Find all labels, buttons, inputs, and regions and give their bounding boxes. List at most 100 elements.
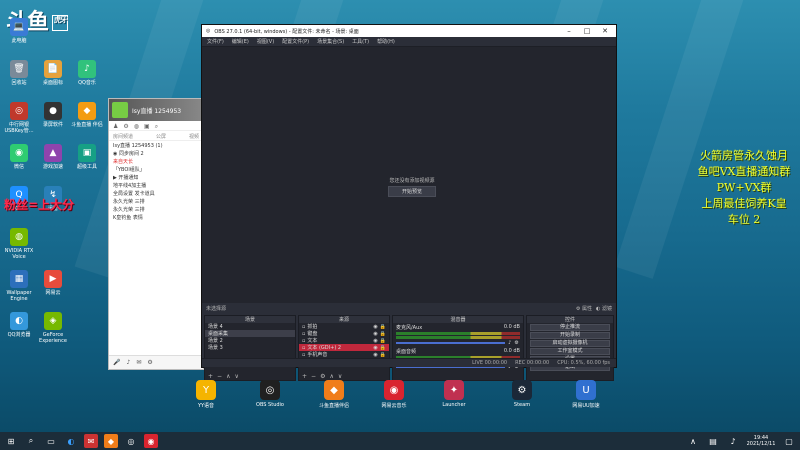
- control-button[interactable]: 停止推流: [530, 324, 610, 331]
- remove-icon[interactable]: −: [217, 373, 222, 380]
- source-item[interactable]: ▫ 文本 ◉ 🔒: [299, 337, 389, 345]
- gear-icon[interactable]: ⚙: [514, 340, 518, 346]
- filters-button[interactable]: ◐ 滤镜: [596, 305, 612, 312]
- control-button[interactable]: 启动虚拟摄像机: [530, 340, 610, 347]
- desktop-icon[interactable]: ◎ 中行网银 USBKey管...: [2, 102, 36, 134]
- user-icon[interactable]: ♟: [113, 123, 118, 130]
- list-item[interactable]: 永久光荣 三排: [109, 197, 203, 205]
- desktop-shortcut[interactable]: ◆ 斗鱼直播伴侣: [314, 380, 354, 409]
- desktop-icon[interactable]: 💻 此电脑: [2, 18, 36, 44]
- gift-icon[interactable]: ▣: [144, 123, 150, 130]
- desktop-shortcut[interactable]: Y YY语音: [186, 380, 226, 409]
- list-item[interactable]: 「YBOl组队」: [109, 165, 203, 173]
- desktop-icon[interactable]: 🗑 回收站: [2, 60, 36, 86]
- tray-arrow-icon[interactable]: ∧: [686, 434, 700, 448]
- down-icon[interactable]: ∨: [338, 373, 342, 380]
- desktop-icon[interactable]: ▦ Wallpaper Engine: [2, 270, 36, 302]
- desktop-icon[interactable]: ▲ 游戏加速: [36, 144, 70, 170]
- menu-view[interactable]: 视图(V): [257, 38, 274, 45]
- visibility-icon[interactable]: ◉: [373, 345, 377, 351]
- source-item[interactable]: ▫ 手机声音 ◉ 🔒: [299, 351, 389, 359]
- location-icon[interactable]: ◍: [134, 123, 139, 130]
- list-item[interactable]: 全局设置 发卡道具: [109, 189, 203, 197]
- gear-icon[interactable]: ⚙: [320, 373, 325, 380]
- menu-help[interactable]: 帮助(H): [377, 38, 395, 45]
- network-icon[interactable]: ▤: [706, 434, 720, 448]
- desktop-icon[interactable]: ▶ 网易云: [36, 270, 70, 296]
- list-item[interactable]: 地平线4加主播: [109, 181, 203, 189]
- settings-icon[interactable]: ⚙: [123, 123, 128, 130]
- desktop-icon[interactable]: ◆ 斗鱼直播 伴侣: [70, 102, 104, 128]
- menu-profile[interactable]: 配置文件(P): [282, 38, 309, 45]
- list-item[interactable]: 来自天长: [109, 157, 203, 165]
- tab-public[interactable]: 公屏: [156, 133, 166, 140]
- search-icon[interactable]: ⌕: [155, 123, 158, 130]
- volume-fader[interactable]: [396, 342, 506, 344]
- lock-icon[interactable]: 🔒: [380, 352, 386, 358]
- start-button[interactable]: ⊞: [4, 434, 18, 448]
- desktop-shortcut[interactable]: ◎ OBS Studio: [250, 380, 290, 408]
- tab-channel[interactable]: 房间频道: [113, 133, 133, 140]
- scene-item[interactable]: 场景 3: [205, 344, 295, 351]
- lock-icon[interactable]: 🔒: [380, 331, 386, 337]
- douyu-icon[interactable]: ◆: [104, 434, 118, 448]
- clock[interactable]: 19:44 2021/12/11: [746, 435, 776, 447]
- desktop-icon[interactable]: ◍ NVIDIA RTX Voice: [2, 228, 36, 260]
- volume-icon[interactable]: ♪: [726, 434, 740, 448]
- desktop-shortcut[interactable]: ◉ 网易云音乐: [374, 380, 414, 409]
- lock-icon[interactable]: 🔒: [380, 345, 386, 351]
- desktop-icon[interactable]: 📄 桌面图标: [36, 60, 70, 86]
- chat-icon[interactable]: ✉: [136, 359, 141, 366]
- speaker-icon[interactable]: ♪: [126, 359, 130, 366]
- maximize-button[interactable]: □: [580, 27, 594, 35]
- start-preview-button[interactable]: 开始预览: [388, 186, 436, 197]
- menu-edit[interactable]: 编辑(E): [232, 38, 249, 45]
- desktop-shortcut[interactable]: U 网易UU加速: [566, 380, 606, 409]
- lock-icon[interactable]: 🔒: [380, 324, 386, 330]
- scene-item[interactable]: 场景 4: [205, 323, 295, 330]
- visibility-icon[interactable]: ◉: [373, 352, 377, 358]
- menu-file[interactable]: 文件(F): [207, 38, 224, 45]
- obs-icon[interactable]: ◎: [124, 434, 138, 448]
- speaker-icon[interactable]: ♪: [508, 340, 511, 346]
- search-icon[interactable]: ⌕: [24, 434, 38, 448]
- obs-window[interactable]: ◎ OBS 27.0.1 (64-bit, windows) - 配置文件: 未…: [201, 24, 617, 381]
- minimize-button[interactable]: –: [562, 27, 576, 35]
- list-item[interactable]: ▶ 开播通知: [109, 173, 203, 181]
- desktop-shortcut[interactable]: ✦ Launcher: [434, 380, 474, 408]
- up-icon[interactable]: ∧: [329, 373, 333, 380]
- scene-item[interactable]: 场景 2: [205, 337, 295, 344]
- lock-icon[interactable]: 🔒: [380, 338, 386, 344]
- list-item[interactable]: 永久光荣 三排: [109, 205, 203, 213]
- settings-icon[interactable]: ⚙: [147, 359, 152, 366]
- yy-window[interactable]: Isy直播 1254953 ♟ ⚙ ◍ ▣ ⌕ 房间频道 公屏 视频 Isy直播…: [108, 98, 204, 370]
- remove-icon[interactable]: −: [311, 373, 316, 380]
- desktop-icon[interactable]: ♪ QQ音乐: [70, 60, 104, 86]
- music-icon[interactable]: ◉: [144, 434, 158, 448]
- visibility-icon[interactable]: ◉: [373, 324, 377, 330]
- preview-area[interactable]: 您还没有添加视频源 开始预览: [202, 47, 616, 303]
- visibility-icon[interactable]: ◉: [373, 338, 377, 344]
- source-item[interactable]: ▫ 抓拍 ◉ 🔒: [299, 323, 389, 331]
- down-icon[interactable]: ∨: [234, 373, 238, 380]
- menu-tools[interactable]: 工具(T): [352, 38, 369, 45]
- list-item[interactable]: ◉ 同步房间 2: [109, 149, 203, 157]
- desktop-icon[interactable]: ◐ QQ浏览器: [2, 312, 36, 338]
- add-icon[interactable]: +: [302, 373, 307, 380]
- desktop-icon[interactable]: ◉ 微信: [2, 144, 36, 170]
- list-item[interactable]: Isy直播 1254953 (1): [109, 141, 203, 149]
- menu-scene-collection[interactable]: 场景集合(S): [317, 38, 344, 45]
- browser-icon[interactable]: ◐: [64, 434, 78, 448]
- list-item[interactable]: K皇钓鱼 表情: [109, 213, 203, 221]
- notification-icon[interactable]: ▢: [782, 434, 796, 448]
- visibility-icon[interactable]: ◉: [373, 331, 377, 337]
- task-view-icon[interactable]: ▭: [44, 434, 58, 448]
- source-item[interactable]: ▫ 键盘 ◉ 🔒: [299, 330, 389, 338]
- tab-video[interactable]: 视频: [189, 133, 199, 140]
- properties-button[interactable]: ⚙ 属性: [576, 305, 592, 312]
- source-item[interactable]: ▫ 文本 (GDI+) 2 ◉ 🔒: [299, 344, 389, 351]
- desktop-icon[interactable]: ● 录屏软件: [36, 102, 70, 128]
- scene-item[interactable]: 桌面采集: [205, 330, 295, 337]
- up-icon[interactable]: ∧: [226, 373, 230, 380]
- close-button[interactable]: ✕: [598, 27, 612, 35]
